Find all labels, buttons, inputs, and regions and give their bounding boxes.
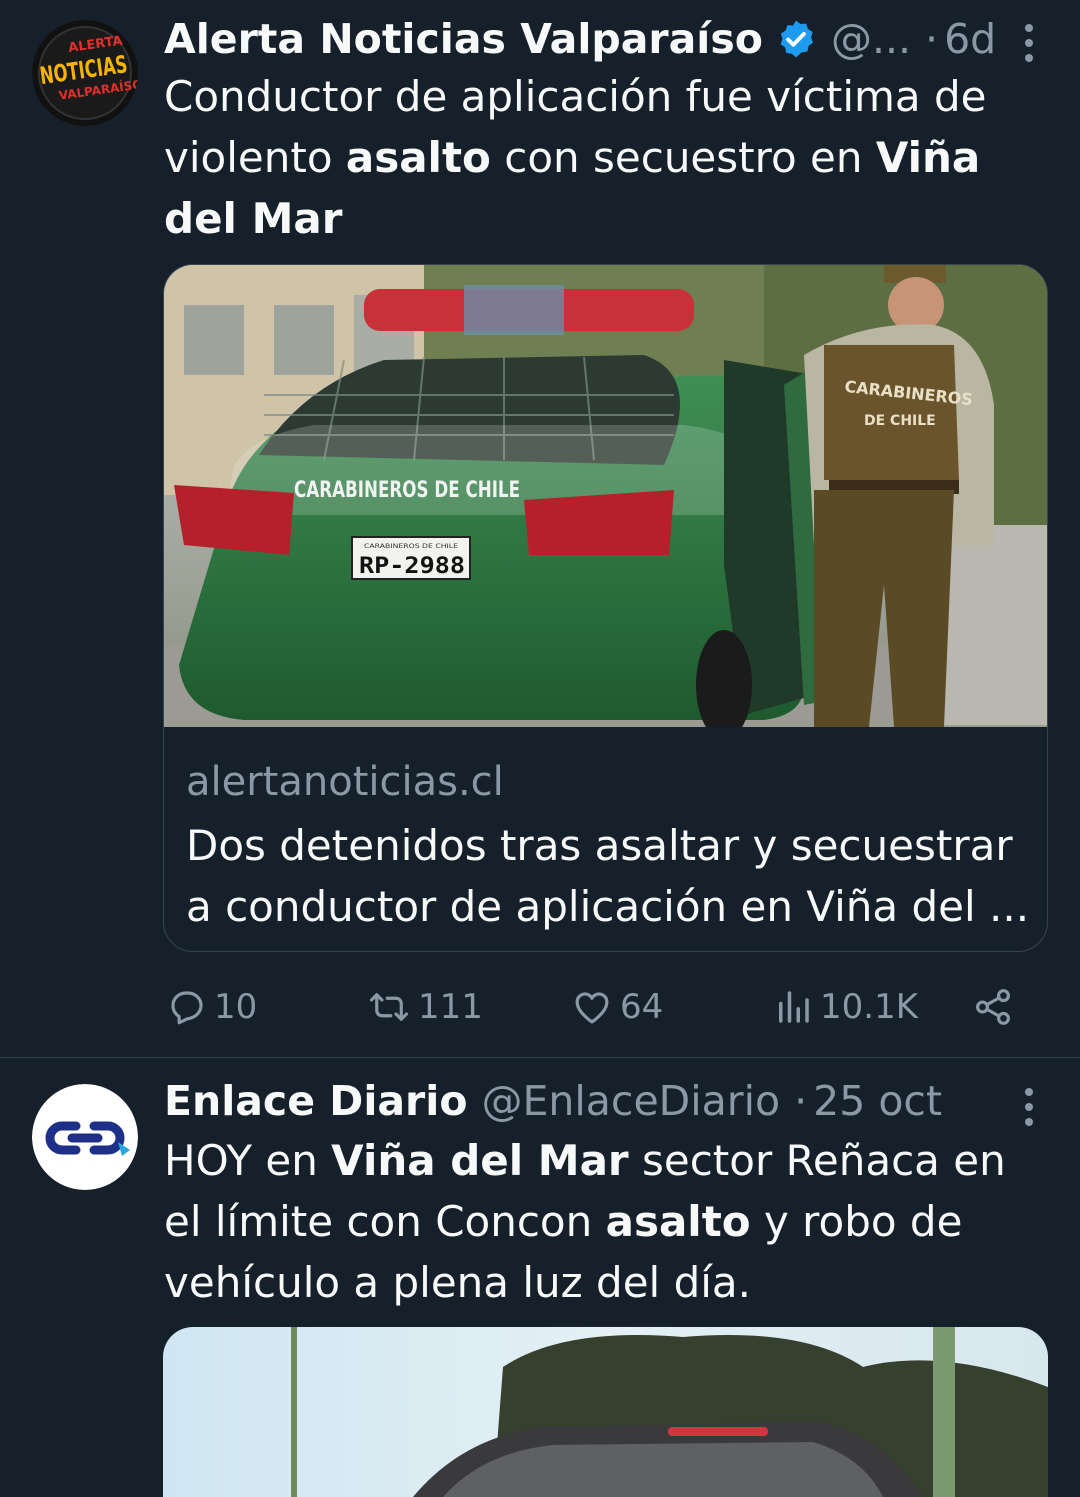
tweet-text-part: con secuestro en <box>490 133 876 182</box>
timestamp[interactable]: 6d <box>944 15 996 63</box>
author-handle[interactable]: @... <box>831 15 911 63</box>
author-name[interactable]: Enlace Diario <box>164 1077 468 1125</box>
author-name[interactable]: Alerta Noticias Valparaíso <box>164 15 763 63</box>
like-count: 64 <box>620 987 664 1027</box>
verified-badge-icon <box>780 20 813 58</box>
card-image-plate-top: CARABINEROS DE CHILE <box>364 543 458 550</box>
card-image-car-label: CARABINEROS DE CHILE <box>294 478 520 503</box>
tweet-text: HOY en Viña del Mar sector Reñaca en el … <box>164 1130 1054 1313</box>
share-button[interactable] <box>972 982 1020 1032</box>
tweet-text: Conductor de aplicación fue víctima de v… <box>164 66 1054 249</box>
tweet-media[interactable] <box>163 1327 1048 1497</box>
reply-icon <box>171 991 203 1025</box>
views-count: 10.1K <box>820 987 918 1027</box>
media-image <box>163 1327 1048 1497</box>
avatar[interactable]: ALERTA NOTICIAS VALPARAÍSO <box>32 20 138 126</box>
repost-button[interactable]: 111 <box>366 982 483 1032</box>
separator: · <box>925 15 939 63</box>
reply-button[interactable]: 10 <box>166 982 257 1032</box>
views-button[interactable]: 10.1K <box>772 982 918 1032</box>
avatar-logo-image: ALERTA NOTICIAS VALPARAÍSO <box>32 20 138 126</box>
more-icon[interactable] <box>1022 24 1036 69</box>
views-icon <box>779 991 809 1023</box>
avatar[interactable] <box>32 1084 138 1190</box>
tweet-text-highlight: asalto <box>345 133 491 182</box>
author-handle[interactable]: @EnlaceDiario <box>482 1077 781 1125</box>
tweet-text-part: HOY en <box>164 1136 332 1185</box>
tweet-header: Alerta Noticias Valparaíso @... · 6d <box>164 14 1004 64</box>
avatar-logo-image <box>32 1084 138 1190</box>
repost-count: 111 <box>418 987 483 1027</box>
card-title: Dos detenidos tras asaltar y secuestrar … <box>186 821 1030 931</box>
like-button[interactable]: 64 <box>570 982 663 1032</box>
tweet-text-highlight: Viña del Mar <box>331 1136 629 1185</box>
repost-icon <box>369 993 409 1021</box>
tweet-header: Enlace Diario @EnlaceDiario · 25 oct <box>164 1076 1004 1126</box>
like-icon <box>575 992 609 1024</box>
tweet-actions: 10 111 64 10.1K <box>166 982 1026 1032</box>
tweet-text-highlight: asalto <box>605 1197 751 1246</box>
timestamp[interactable]: 25 oct <box>813 1077 942 1125</box>
link-card[interactable]: CARABINEROS DE CHILE CARABINEROS DE CHIL… <box>163 264 1048 952</box>
card-image-vest-line2: DE CHILE <box>864 413 936 429</box>
reply-count: 10 <box>214 987 258 1027</box>
share-icon <box>976 989 1010 1025</box>
more-icon[interactable] <box>1022 1088 1036 1133</box>
card-domain: alertanoticias.cl <box>186 759 504 805</box>
card-image: CARABINEROS DE CHILE CARABINEROS DE CHIL… <box>164 265 1047 727</box>
card-image-plate: RP-2988 <box>359 554 465 579</box>
tweet[interactable]: ALERTA NOTICIAS VALPARAÍSO Alerta Notici… <box>0 0 1080 1058</box>
separator: · <box>794 1077 808 1125</box>
